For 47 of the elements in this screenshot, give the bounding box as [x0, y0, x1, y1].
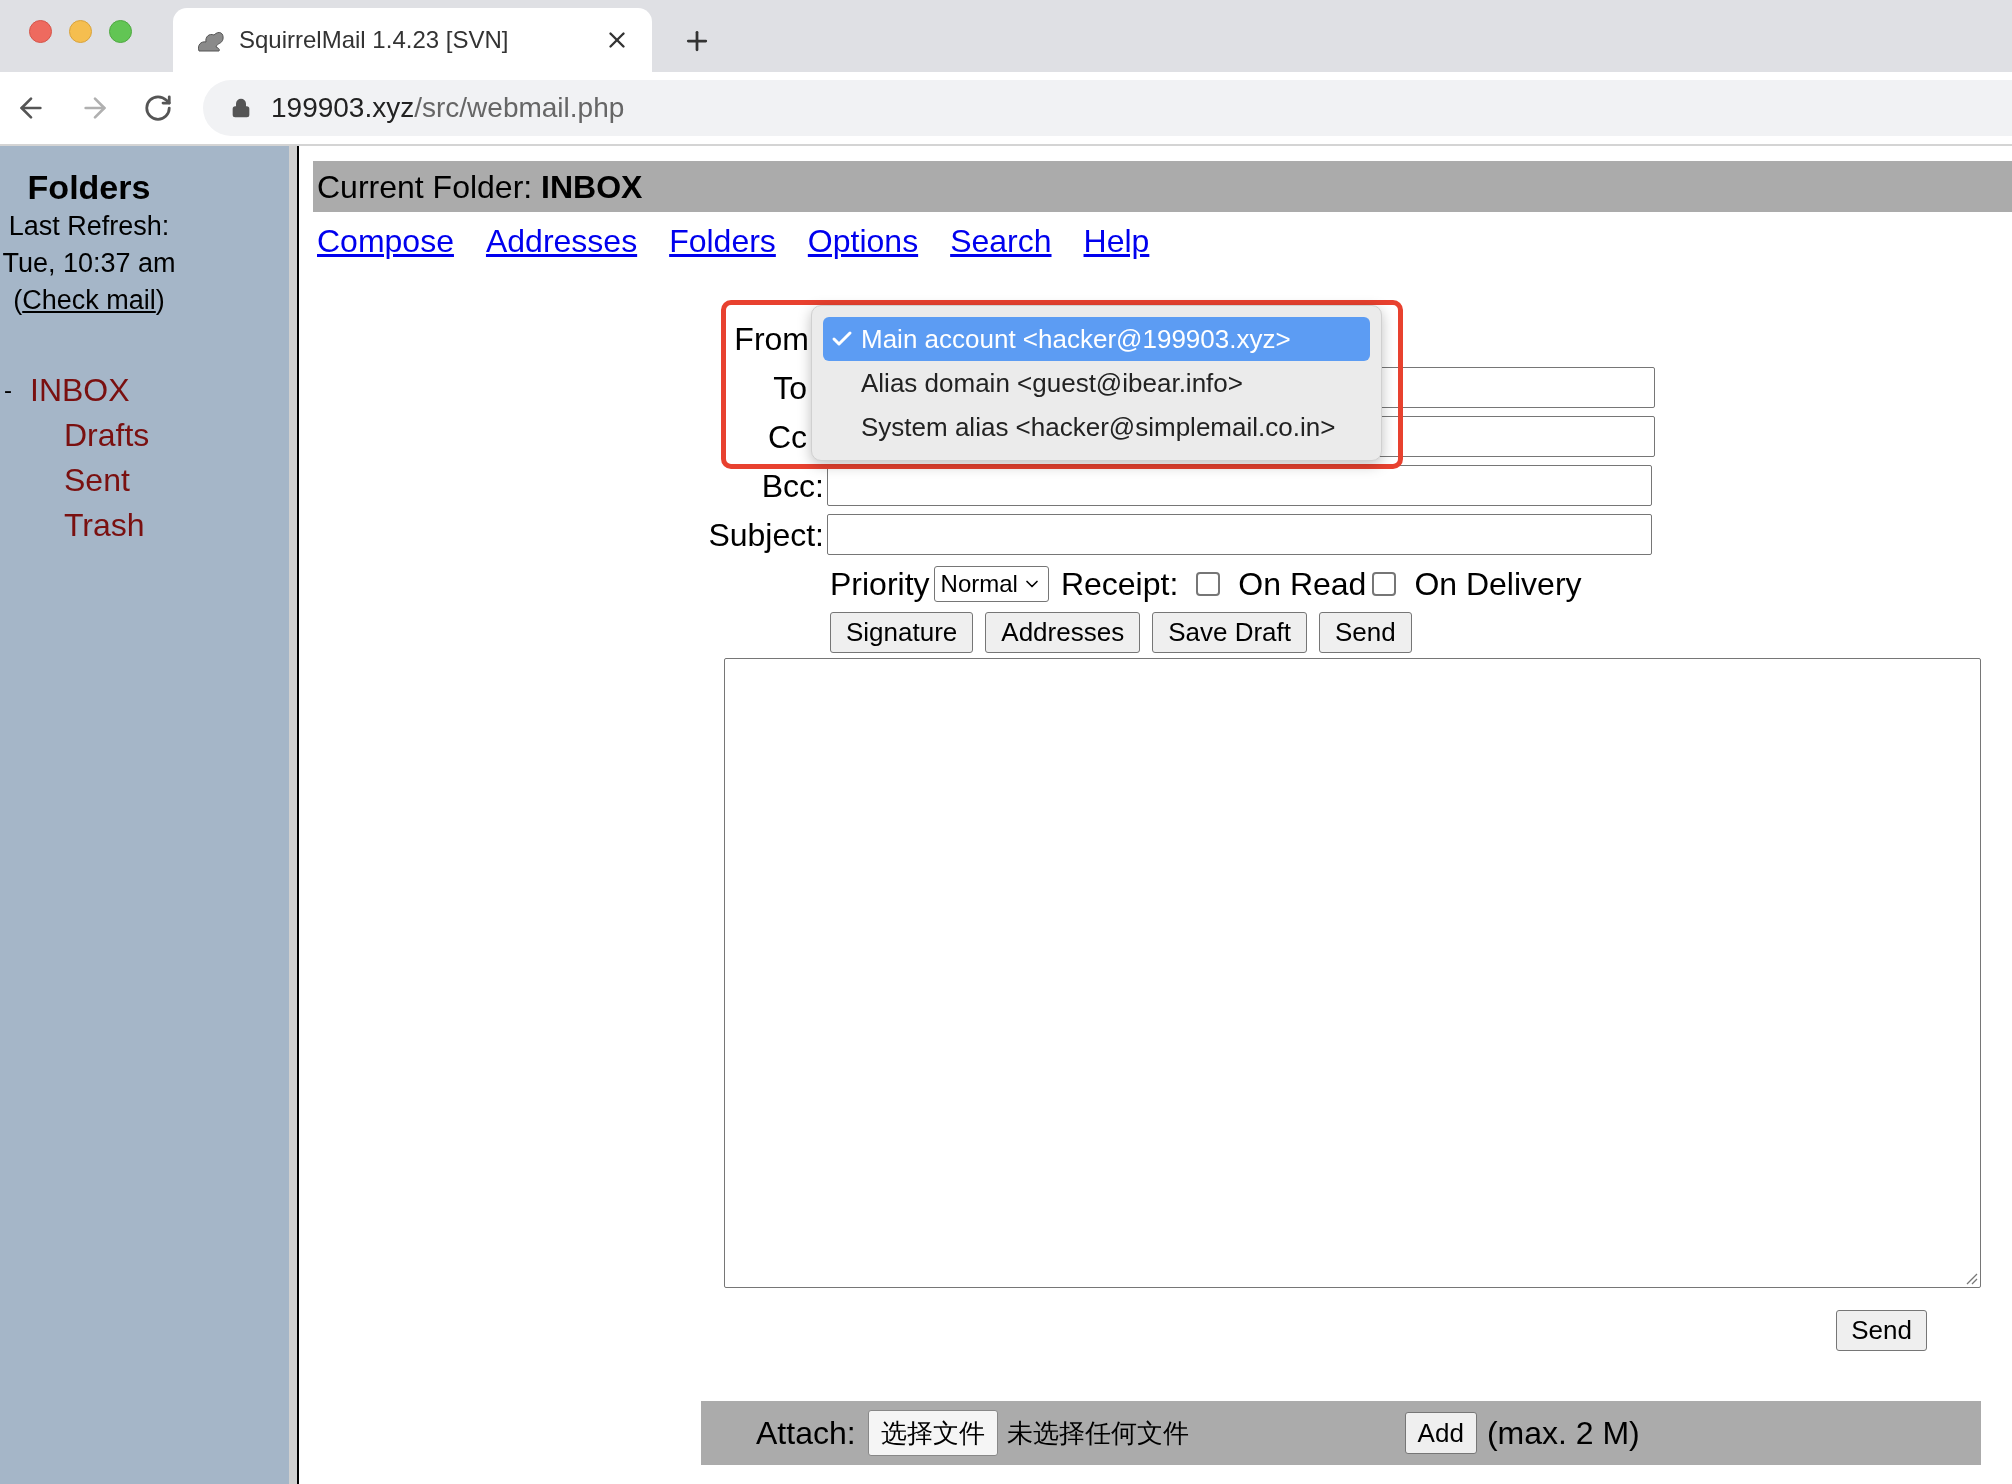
reload-icon[interactable] — [143, 93, 173, 123]
tab-title: SquirrelMail 1.4.23 [SVN] — [239, 25, 510, 55]
checkbox-label: On Delivery — [1414, 565, 1582, 604]
menu-option[interactable]: Alias domain <guest@ibear.info> — [823, 361, 1370, 405]
field-label: Subject: — [707, 515, 825, 555]
receipt-label: Receipt: — [1060, 565, 1179, 604]
send-button[interactable]: Send — [1836, 1310, 1927, 1351]
address-field[interactable]: 199903.xyz/src/webmail.php — [203, 80, 2012, 136]
nav-link[interactable]: Search — [950, 216, 1052, 265]
check-mail-link[interactable]: (Check mail) — [13, 282, 165, 319]
current-folder-text: Current Folder: INBOX — [317, 167, 643, 207]
close-window-icon[interactable] — [29, 20, 52, 43]
url-text: 199903.xyz/src/webmail.php — [271, 91, 625, 125]
priority-label: Priority — [830, 565, 930, 604]
form-button[interactable]: Save Draft — [1152, 612, 1307, 653]
nav-link[interactable]: Addresses — [485, 216, 638, 265]
lock-icon — [231, 98, 251, 118]
choose-file-button[interactable]: 选择文件 — [867, 1410, 998, 1456]
collapse-toggle[interactable]: - — [4, 371, 30, 408]
nav-link[interactable]: Folders — [669, 216, 776, 265]
checkbox[interactable] — [1372, 572, 1397, 596]
text-field[interactable] — [827, 514, 1652, 555]
resize-handle-icon[interactable] — [1964, 1271, 1978, 1285]
size-limit-text: (max. 2 M) — [1486, 1414, 1640, 1453]
field-label: Cc — [766, 417, 808, 457]
browser-tab[interactable]: SquirrelMail 1.4.23 [SVN] — [173, 8, 652, 72]
menu-option[interactable]: System alias <hacker@simplemail.co.in> — [823, 405, 1370, 449]
nav-link[interactable]: Help — [1083, 216, 1150, 265]
field-label: To — [772, 368, 808, 408]
form-button[interactable]: Send — [1319, 612, 1412, 653]
form-button[interactable]: Signature — [830, 612, 974, 653]
nav-link[interactable]: Compose — [317, 216, 454, 265]
refresh-time: Tue, 10:37 am — [2, 247, 176, 280]
checkbox[interactable] — [1196, 572, 1221, 596]
file-status-text: 未选择任何文件 — [1006, 1416, 1190, 1450]
checkbox-label: On Read — [1238, 565, 1367, 604]
text-field[interactable] — [827, 465, 1652, 506]
form-button[interactable]: Addresses — [985, 612, 1141, 653]
priority-select[interactable]: Normal — [933, 566, 1049, 602]
attach-label: Attach: — [756, 1414, 856, 1453]
refresh-label: Last Refresh: — [8, 210, 170, 243]
field-label: Bcc: — [760, 466, 825, 506]
from-label: From — [733, 319, 810, 359]
sidebar-title: Folders — [27, 167, 151, 208]
nav-link[interactable]: Options — [807, 216, 919, 265]
add-button[interactable]: Add — [1404, 1412, 1477, 1454]
message-body-field[interactable] — [724, 658, 1981, 1288]
